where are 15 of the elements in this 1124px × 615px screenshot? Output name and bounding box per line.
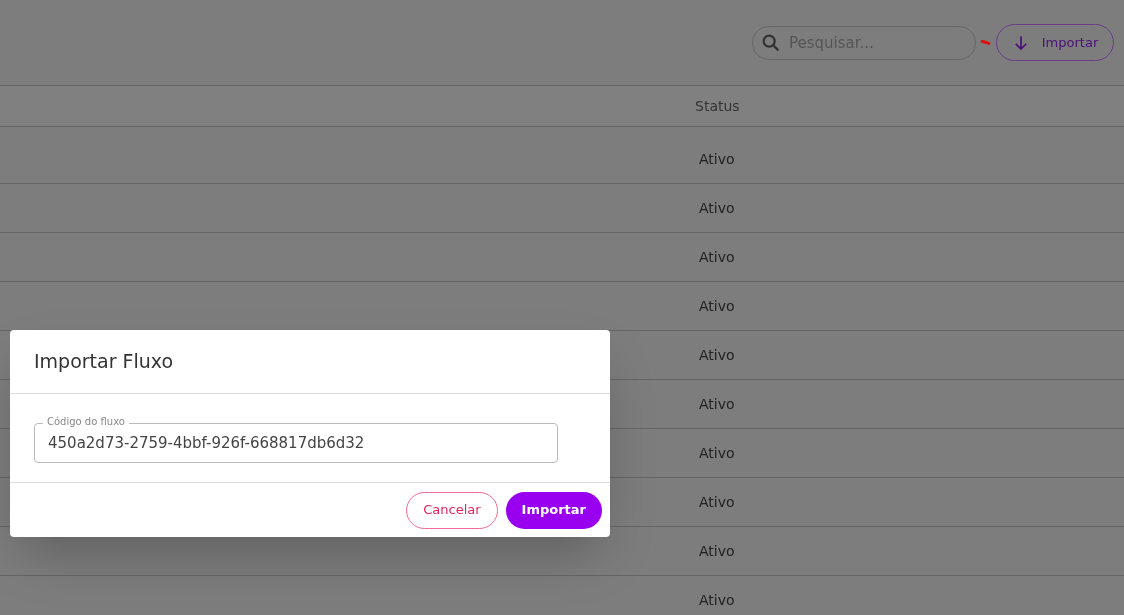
table-cell-text: Ativo bbox=[699, 345, 735, 365]
table-cell-text: Ativo bbox=[699, 394, 735, 414]
field-label: Código do fluxo bbox=[43, 415, 129, 429]
stroke-mark-icon bbox=[980, 39, 992, 46]
table-cell-text: Ativo bbox=[699, 247, 735, 267]
import-confirm-button[interactable]: Importar bbox=[505, 491, 602, 529]
column-header: Status bbox=[695, 96, 740, 116]
table-cell-text: Ativo bbox=[699, 541, 735, 561]
table-cell-text: Ativo bbox=[699, 149, 735, 169]
dialog-title: Importar Fluxo bbox=[34, 349, 174, 375]
table-cell-text: Ativo bbox=[699, 590, 735, 610]
table-cell-text: Ativo bbox=[699, 296, 735, 316]
table-cell-text: Ativo bbox=[699, 443, 735, 463]
table-cell-text: Ativo bbox=[699, 492, 735, 512]
table-cell-text: Ativo bbox=[699, 198, 735, 218]
